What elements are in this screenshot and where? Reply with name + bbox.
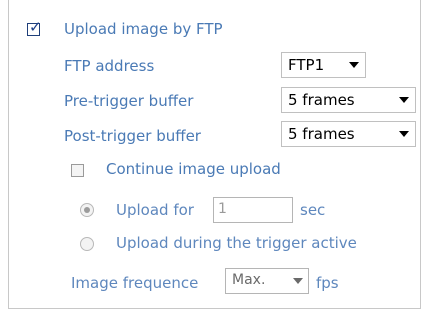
pre-trigger-buffer-select[interactable]: 5 frames <box>281 87 416 113</box>
upload-by-ftp-checkbox[interactable]: ✓ <box>27 18 42 36</box>
upload-for-duration-input[interactable]: 1 <box>213 197 293 223</box>
upload-for-unit: sec <box>300 201 326 219</box>
continue-upload-label: Continue image upload <box>106 160 281 178</box>
upload-by-ftp-label: Upload image by FTP <box>64 20 223 38</box>
image-frequency-value: Max. <box>232 272 266 288</box>
post-trigger-buffer-value: 5 frames <box>288 125 355 143</box>
upload-for-label: Upload for <box>116 201 194 219</box>
ftp-address-select[interactable]: FTP1 <box>281 52 366 78</box>
continue-upload-checkbox[interactable] <box>71 164 84 177</box>
upload-during-trigger-label: Upload during the trigger active <box>116 234 357 252</box>
chevron-down-icon <box>399 97 409 103</box>
upload-during-trigger-radio[interactable] <box>80 237 94 251</box>
post-trigger-buffer-select[interactable]: 5 frames <box>281 121 416 147</box>
post-trigger-buffer-label: Post-trigger buffer <box>64 127 201 145</box>
chevron-down-icon <box>349 62 359 68</box>
pre-trigger-buffer-value: 5 frames <box>288 91 355 109</box>
image-frequency-unit: fps <box>316 274 339 292</box>
chevron-down-icon <box>399 131 409 137</box>
image-frequency-label: Image frequence <box>71 274 199 292</box>
radio-selected-dot <box>84 207 90 213</box>
checkmark-icon: ✓ <box>29 18 42 36</box>
image-frequency-select[interactable]: Max. <box>225 268 309 294</box>
chevron-down-icon <box>293 278 303 284</box>
pre-trigger-buffer-label: Pre-trigger buffer <box>64 92 194 110</box>
ftp-address-value: FTP1 <box>288 56 325 74</box>
upload-for-duration-value: 1 <box>218 201 227 217</box>
ftp-settings-panel <box>8 0 421 309</box>
upload-for-radio[interactable] <box>80 203 94 217</box>
ftp-address-label: FTP address <box>64 57 155 75</box>
